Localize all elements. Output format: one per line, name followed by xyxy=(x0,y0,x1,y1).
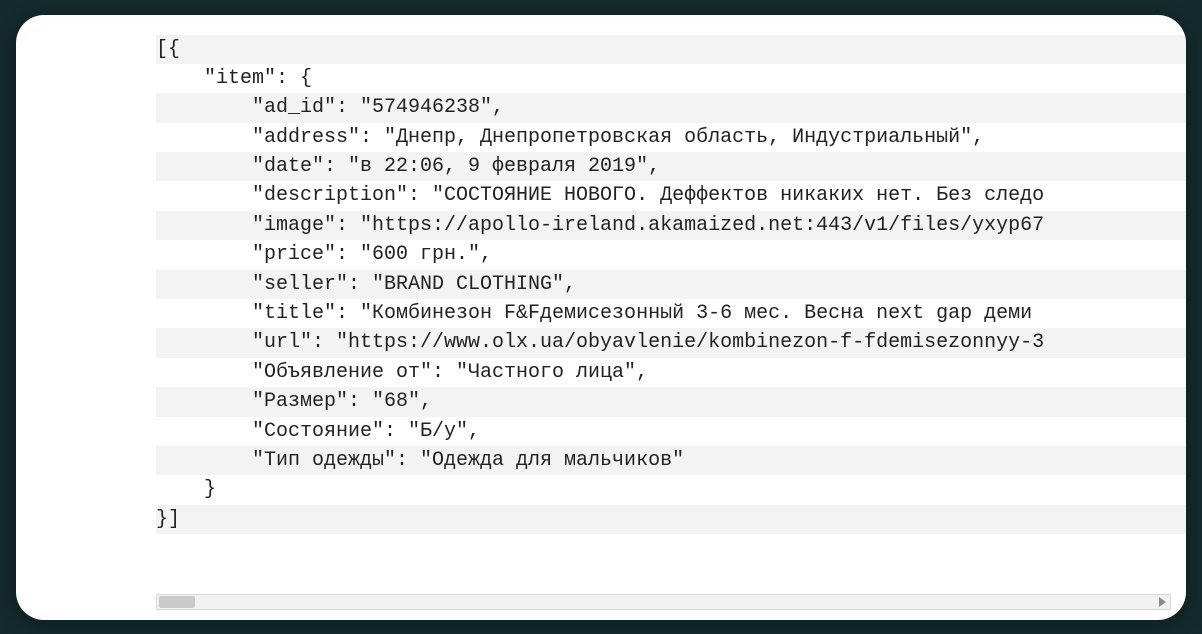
code-line: "url": "https://www.olx.ua/obyavlenie/ko… xyxy=(156,328,1186,357)
code-text: "item": { xyxy=(204,67,312,90)
code-line: "item": { xyxy=(156,64,1186,93)
code-card: [{ "item": { "ad_id": "574946238", "addr… xyxy=(16,15,1186,620)
code-line: } xyxy=(156,475,1186,504)
code-text: "Размер": "68", xyxy=(252,390,432,413)
code-text: [{ xyxy=(156,38,180,61)
scrollbar-thumb[interactable] xyxy=(159,596,195,608)
code-line: "Размер": "68", xyxy=(156,387,1186,416)
code-text: } xyxy=(204,478,216,501)
code-line: "price": "600 грн.", xyxy=(156,240,1186,269)
code-line: "seller": "BRAND CLOTHING", xyxy=(156,270,1186,299)
code-text: "Состояние": "Б/у", xyxy=(252,420,480,443)
code-text: "url": "https://www.olx.ua/obyavlenie/ko… xyxy=(252,331,1044,354)
code-line: }] xyxy=(156,505,1186,534)
code-line: "Объявление от": "Частного лица", xyxy=(156,358,1186,387)
code-text: "address": "Днепр, Днепропетровская обла… xyxy=(252,126,984,149)
code-line: "Состояние": "Б/у", xyxy=(156,417,1186,446)
code-text: "ad_id": "574946238", xyxy=(252,96,504,119)
code-line: "description": "СОСТОЯНИЕ НОВОГО. Деффек… xyxy=(156,181,1186,210)
code-line: "date": "в 22:06, 9 февраля 2019", xyxy=(156,152,1186,181)
code-viewport: [{ "item": { "ad_id": "574946238", "addr… xyxy=(16,35,1186,595)
code-line: "title": "Комбинезон F&Fдемисезонный 3-6… xyxy=(156,299,1186,328)
code-line: "ad_id": "574946238", xyxy=(156,93,1186,122)
code-text: "seller": "BRAND CLOTHING", xyxy=(252,273,576,296)
code-text: "description": "СОСТОЯНИЕ НОВОГО. Деффек… xyxy=(252,184,1044,207)
code-text: "date": "в 22:06, 9 февраля 2019", xyxy=(252,155,660,178)
code-text: "title": "Комбинезон F&Fдемисезонный 3-6… xyxy=(252,302,1032,325)
code-line: "address": "Днепр, Днепропетровская обла… xyxy=(156,123,1186,152)
code-line: [{ xyxy=(156,35,1186,64)
code-text: "image": "https://apollo-ireland.akamaiz… xyxy=(252,214,1044,237)
code-text: "Тип одежды": "Одежда для мальчиков" xyxy=(252,449,684,472)
code-text: "Объявление от": "Частного лица", xyxy=(252,361,648,384)
code-text: "price": "600 грн.", xyxy=(252,243,492,266)
horizontal-scrollbar[interactable] xyxy=(156,594,1171,610)
code-text: }] xyxy=(156,508,180,531)
code-line: "image": "https://apollo-ireland.akamaiz… xyxy=(156,211,1186,240)
code-line: "Тип одежды": "Одежда для мальчиков" xyxy=(156,446,1186,475)
code-line-blank xyxy=(156,534,1186,563)
scroll-right-arrow-icon[interactable] xyxy=(1159,597,1166,607)
